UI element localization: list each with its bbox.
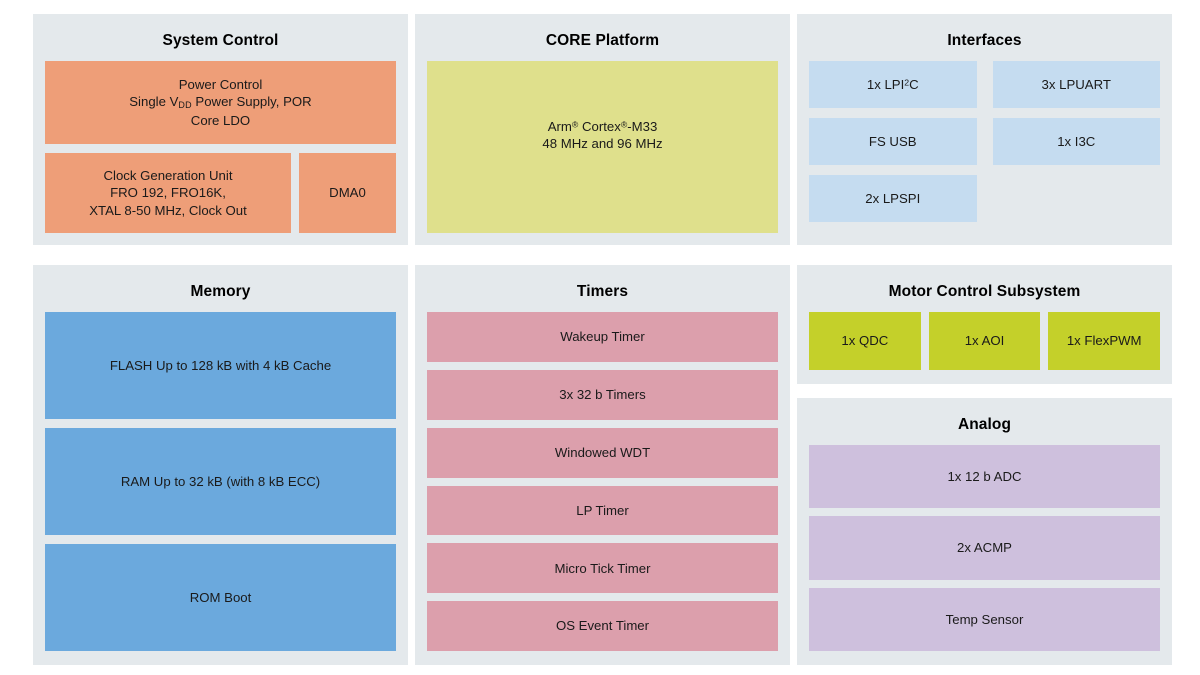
core-line-1-pre: Arm <box>547 119 572 135</box>
motor-control-row: 1x QDC 1x AOI 1x FlexPWM <box>809 312 1161 371</box>
block-timer-micro-tick: Micro Tick Timer <box>427 543 778 594</box>
analog-list: 1x 12 b ADC 2x ACMP Temp Sensor <box>809 445 1160 651</box>
block-timer-lp: LP Timer <box>427 485 778 536</box>
block-timer-os-event: OS Event Timer <box>427 601 778 652</box>
panel-title-system-control: System Control <box>162 32 279 49</box>
block-dma0: DMA0 <box>299 152 396 233</box>
power-control-line-2-post: Power Supply, POR <box>191 93 312 109</box>
block-power-control: Power Control Single VDD Power Supply, P… <box>45 61 396 144</box>
timers-list: Wakeup Timer 3x 32 b Timers Windowed WDT… <box>427 312 778 652</box>
block-interface-i3c: 1x I3C <box>992 118 1160 166</box>
right-column-stack: Motor Control Subsystem 1x QDC 1x AOI 1x… <box>797 265 1172 665</box>
block-clock-generation-unit: Clock Generation Unit FRO 192, FRO16K, X… <box>45 152 291 233</box>
panel-motor-control-subsystem: Motor Control Subsystem 1x QDC 1x AOI 1x… <box>797 265 1172 385</box>
panel-timers: Timers Wakeup Timer 3x 32 b Timers Windo… <box>415 265 790 665</box>
block-analog-adc: 1x 12 b ADC <box>809 445 1160 509</box>
block-analog-acmp: 2x ACMP <box>809 516 1160 580</box>
block-interface-lpi2c: 1x LPI2C <box>809 61 977 109</box>
power-control-line-2-pre: Single V <box>129 93 179 109</box>
clock-generation-line-3: XTAL 8-50 MHz, Clock Out <box>89 202 247 218</box>
interface-lpi2c-pre: 1x LPI <box>866 76 905 92</box>
block-interface-lpuart: 3x LPUART <box>992 61 1160 109</box>
interface-lpi2c-post: C <box>909 76 919 92</box>
memory-list: FLASH Up to 128 kB with 4 kB Cache RAM U… <box>45 312 396 651</box>
clock-generation-line-1: Clock Generation Unit <box>103 167 233 183</box>
system-control-lower-row: Clock Generation Unit FRO 192, FRO16K, X… <box>45 152 396 233</box>
block-interface-lpspi: 2x LPSPI <box>809 175 977 223</box>
panel-title-analog: Analog <box>957 416 1012 434</box>
block-diagram: System Control Power Control Single VDD … <box>0 0 1200 675</box>
clock-generation-line-2: FRO 192, FRO16K, <box>110 185 226 201</box>
power-control-vdd-subscript: DD <box>178 99 192 110</box>
panel-title-interfaces: Interfaces <box>947 32 1022 49</box>
block-memory-rom-boot: ROM Boot <box>45 544 396 651</box>
panel-memory: Memory FLASH Up to 128 kB with 4 kB Cach… <box>33 265 408 665</box>
panel-title-core-platform: CORE Platform <box>545 32 660 49</box>
block-interface-fs-usb: FS USB <box>809 118 977 166</box>
block-memory-ram: RAM Up to 32 kB (with 8 kB ECC) <box>45 428 396 536</box>
core-line-2-frequency: 48 MHz and 96 MHz <box>542 136 663 152</box>
block-memory-flash: FLASH Up to 128 kB with 4 kB Cache <box>45 312 396 420</box>
panel-core-platform: CORE Platform Arm® Cortex®-M33 48 MHz an… <box>415 14 790 245</box>
power-control-line-1: Power Control <box>178 76 263 92</box>
block-timer-wakeup: Wakeup Timer <box>427 312 778 362</box>
panel-title-timers: Timers <box>576 283 629 300</box>
block-arm-cortex-m33: Arm® Cortex®-M33 48 MHz and 96 MHz <box>427 61 778 233</box>
core-line-1-post: -M33 <box>627 119 658 135</box>
block-timer-32b: 3x 32 b Timers <box>427 369 778 420</box>
block-motor-qdc: 1x QDC <box>809 312 921 371</box>
panel-interfaces: Interfaces 1x LPI2C 3x LPUART FS USB 1x … <box>797 14 1172 245</box>
panel-system-control: System Control Power Control Single VDD … <box>33 14 408 245</box>
power-control-line-3: Core LDO <box>190 112 251 128</box>
panel-title-motor-control: Motor Control Subsystem <box>888 283 1081 300</box>
interfaces-grid-spacer <box>993 175 1161 222</box>
block-analog-temp-sensor: Temp Sensor <box>809 587 1160 651</box>
interfaces-grid: 1x LPI2C 3x LPUART FS USB 1x I3C 2x LPSP… <box>809 61 1161 223</box>
block-timer-windowed-wdt: Windowed WDT <box>427 427 778 478</box>
core-line-1-mid: Cortex <box>578 119 621 135</box>
panel-analog: Analog 1x 12 b ADC 2x ACMP Temp Sensor <box>797 398 1172 665</box>
panel-title-memory: Memory <box>190 283 251 300</box>
block-motor-flexpwm: 1x FlexPWM <box>1048 312 1161 371</box>
block-motor-aoi: 1x AOI <box>928 312 1041 371</box>
